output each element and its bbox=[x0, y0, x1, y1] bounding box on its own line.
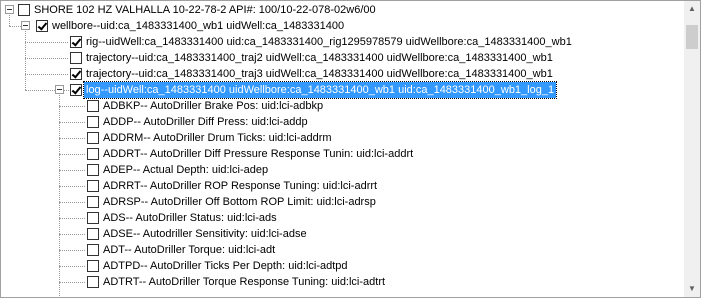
tree-horizontal-connector bbox=[25, 42, 68, 43]
tree-horizontal-connector bbox=[59, 250, 85, 251]
tree-checkbox[interactable] bbox=[87, 164, 99, 176]
tree-checkbox[interactable] bbox=[18, 4, 30, 16]
scroll-down-arrow-icon[interactable]: ▼ bbox=[684, 281, 700, 297]
scrollbar-thumb[interactable] bbox=[686, 25, 698, 49]
tree-item-label[interactable]: ADTRT-- AutoDriller Torque Response Tuni… bbox=[101, 274, 387, 290]
tree-horizontal-connector bbox=[25, 90, 55, 91]
tree-checkbox[interactable] bbox=[87, 228, 99, 240]
tree-node-log-curve[interactable]: ADSE-- Autodriller Sensitivity: uid:lci-… bbox=[1, 226, 685, 242]
tree-node-log-curve[interactable]: ADDRT-- AutoDriller Diff Pressure Respon… bbox=[1, 146, 685, 162]
tree-item-label[interactable]: ADDRM-- AutoDriller Drum Ticks: uid:lci-… bbox=[101, 130, 334, 146]
tree-horizontal-connector bbox=[59, 218, 85, 219]
tree-item-label[interactable]: rig--uidWell:ca_1483331400 uid:ca_148333… bbox=[84, 34, 574, 50]
tree-checkbox[interactable] bbox=[87, 244, 99, 256]
tree-node-log-curve[interactable]: ADDRM-- AutoDriller Drum Ticks: uid:lci-… bbox=[1, 130, 685, 146]
tree-node-log-curve[interactable]: ADS-- AutoDriller Status: uid:lci-ads bbox=[1, 210, 685, 226]
tree-horizontal-connector bbox=[25, 74, 68, 75]
tree-horizontal-connector bbox=[59, 234, 85, 235]
tree-item-label[interactable]: ADEP-- Actual Depth: uid:lci-adep bbox=[101, 162, 270, 178]
object-tree: SHORE 102 HZ VALHALLA 10-22-78-2 API#: 1… bbox=[1, 1, 685, 297]
tree-checkbox[interactable] bbox=[70, 52, 82, 64]
scroll-up-arrow-icon[interactable]: ▲ bbox=[684, 1, 700, 17]
tree-item-label[interactable]: trajectory--uid:ca_1483331400_traj2 uidW… bbox=[84, 50, 555, 66]
tree-node-log-curve[interactable]: ADDP-- AutoDriller Diff Press: uid:lci-a… bbox=[1, 114, 685, 130]
tree-checkbox[interactable] bbox=[87, 180, 99, 192]
tree-node-well[interactable]: SHORE 102 HZ VALHALLA 10-22-78-2 API#: 1… bbox=[1, 2, 685, 18]
tree-horizontal-connector bbox=[59, 202, 85, 203]
tree-checkbox[interactable] bbox=[87, 276, 99, 288]
tree-item-label[interactable]: SHORE 102 HZ VALHALLA 10-22-78-2 API#: 1… bbox=[32, 2, 378, 18]
tree-node-wellbore-child[interactable]: rig--uidWell:ca_1483331400 uid:ca_148333… bbox=[1, 34, 685, 50]
tree-checkbox[interactable] bbox=[70, 36, 82, 48]
tree-node-wellbore[interactable]: wellbore--uid:ca_1483331400_wb1 uidWell:… bbox=[1, 18, 685, 34]
tree-vertical-connector bbox=[9, 15, 10, 26]
tree-item-label[interactable]: ADT-- AutoDriller Torque: uid:lci-adt bbox=[101, 242, 277, 258]
tree-checkbox[interactable] bbox=[87, 132, 99, 144]
tree-checkbox[interactable] bbox=[87, 196, 99, 208]
tree-checkbox[interactable] bbox=[70, 84, 82, 96]
tree-horizontal-connector bbox=[59, 186, 85, 187]
tree-checkbox[interactable] bbox=[87, 100, 99, 112]
tree-node-log-curve[interactable]: ADT-- AutoDriller Torque: uid:lci-adt bbox=[1, 242, 685, 258]
tree-item-label[interactable]: ADDP-- AutoDriller Diff Press: uid:lci-a… bbox=[101, 114, 310, 130]
tree-item-label[interactable]: ADS-- AutoDriller Status: uid:lci-ads bbox=[101, 210, 279, 226]
tree-horizontal-connector bbox=[9, 26, 21, 27]
tree-horizontal-connector bbox=[64, 90, 69, 91]
tree-item-label[interactable]: ADDRT-- AutoDriller Diff Pressure Respon… bbox=[101, 146, 415, 162]
tree-horizontal-connector bbox=[59, 122, 85, 123]
tree-view-panel: SHORE 102 HZ VALHALLA 10-22-78-2 API#: 1… bbox=[0, 0, 701, 298]
tree-horizontal-connector bbox=[59, 154, 85, 155]
tree-horizontal-connector bbox=[59, 266, 85, 267]
tree-node-log-curve[interactable]: ADRRT-- AutoDriller ROP Response Tuning:… bbox=[1, 178, 685, 194]
tree-checkbox[interactable] bbox=[87, 148, 99, 160]
tree-item-label[interactable]: ADRRT-- AutoDriller ROP Response Tuning:… bbox=[101, 178, 379, 194]
tree-node-wellbore-child[interactable]: trajectory--uid:ca_1483331400_traj2 uidW… bbox=[1, 50, 685, 66]
tree-checkbox[interactable] bbox=[87, 212, 99, 224]
collapse-toggle-icon[interactable] bbox=[55, 85, 64, 94]
tree-vertical-connector bbox=[59, 95, 60, 297]
tree-horizontal-connector bbox=[59, 138, 85, 139]
tree-node-log-curve[interactable]: ADTRT-- AutoDriller Torque Response Tuni… bbox=[1, 274, 685, 290]
tree-item-label[interactable]: ADTPD-- AutoDriller Ticks Per Depth: uid… bbox=[101, 258, 350, 274]
tree-horizontal-connector bbox=[59, 106, 85, 107]
tree-checkbox[interactable] bbox=[36, 20, 48, 32]
tree-item-label[interactable]: ADBKP-- AutoDriller Brake Pos: uid:lci-a… bbox=[101, 98, 325, 114]
tree-node-log-curve[interactable]: ADTPD-- AutoDriller Ticks Per Depth: uid… bbox=[1, 258, 685, 274]
tree-item-label[interactable]: wellbore--uid:ca_1483331400_wb1 uidWell:… bbox=[50, 18, 346, 34]
tree-checkbox[interactable] bbox=[87, 260, 99, 272]
tree-node-log-curve[interactable]: ADRSP-- AutoDriller Off Bottom ROP Limit… bbox=[1, 194, 685, 210]
tree-item-label[interactable]: ADSE-- Autodriller Sensitivity: uid:lci-… bbox=[101, 226, 309, 242]
tree-item-label[interactable]: trajectory--uid:ca_1483331400_traj3 uidW… bbox=[84, 66, 555, 82]
tree-horizontal-connector bbox=[59, 170, 85, 171]
tree-node-wellbore-child[interactable]: trajectory--uid:ca_1483331400_traj3 uidW… bbox=[1, 66, 685, 82]
collapse-toggle-icon[interactable] bbox=[5, 5, 14, 14]
tree-horizontal-connector bbox=[25, 58, 68, 59]
collapse-toggle-icon[interactable] bbox=[21, 21, 30, 30]
vertical-scrollbar[interactable]: ▲ ▼ bbox=[684, 1, 700, 297]
tree-item-label[interactable]: log--uidWell:ca_1483331400 uidWellbore:c… bbox=[82, 81, 558, 99]
tree-vertical-connector bbox=[25, 31, 26, 90]
tree-node-log-curve[interactable]: ADEP-- Actual Depth: uid:lci-adep bbox=[1, 162, 685, 178]
tree-checkbox[interactable] bbox=[87, 116, 99, 128]
tree-checkbox[interactable] bbox=[70, 68, 82, 80]
tree-node-log[interactable]: log--uidWell:ca_1483331400 uidWellbore:c… bbox=[1, 81, 685, 99]
tree-item-label[interactable]: ADRSP-- AutoDriller Off Bottom ROP Limit… bbox=[101, 194, 378, 210]
tree-horizontal-connector bbox=[59, 282, 85, 283]
tree-node-log-curve[interactable]: ADBKP-- AutoDriller Brake Pos: uid:lci-a… bbox=[1, 98, 685, 114]
